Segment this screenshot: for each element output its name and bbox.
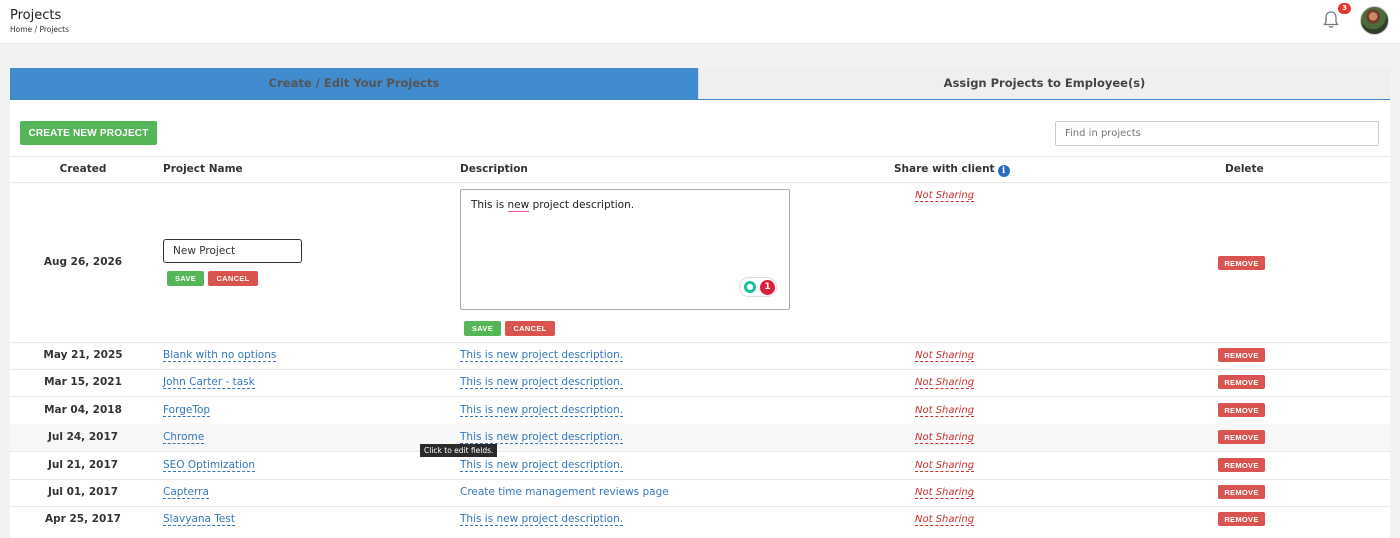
share-status[interactable]: Not Sharing [915, 460, 975, 472]
divider [10, 182, 1390, 183]
share-header-label: Share with client [894, 163, 995, 175]
column-header-created[interactable]: Created [10, 163, 156, 175]
project-name-link[interactable]: SEO Optimization [163, 452, 256, 479]
save-name-button[interactable]: SAVE [167, 271, 204, 286]
row-created-date: Jul 24, 2017 [47, 431, 119, 443]
top-bar: Projects Home / Projects 3 [0, 0, 1400, 44]
avatar[interactable] [1360, 6, 1389, 35]
share-status[interactable]: Not Sharing [915, 190, 975, 202]
share-status[interactable]: Not Sharing [915, 514, 975, 526]
project-description-link[interactable]: This is new project description. [460, 369, 624, 396]
table-row: Jul 21, 2017 SEO Optimization This is ne… [10, 452, 1390, 479]
create-new-project-button[interactable]: CREATE NEW PROJECT [20, 121, 157, 145]
remove-button[interactable]: REMOVE [1218, 485, 1265, 499]
table-row: May 21, 2025 Blank with no options This … [10, 342, 1390, 369]
projects-panel: Create / Edit Your Projects Assign Proje… [10, 68, 1390, 538]
spelling-flagged-word[interactable]: new [507, 199, 530, 212]
project-name-text[interactable]: Slavyana Test [163, 513, 235, 526]
project-name-link[interactable]: ForgeTop [163, 397, 211, 424]
share-toggle[interactable]: Not Sharing [915, 182, 975, 209]
search-input[interactable] [1055, 121, 1379, 146]
remove-button[interactable]: REMOVE [1218, 403, 1265, 417]
table-row: Mar 15, 2021 John Carter - task This is … [10, 369, 1390, 396]
row-created-date: May 21, 2025 [43, 349, 123, 361]
share-status[interactable]: Not Sharing [915, 377, 975, 389]
tab-assign-projects[interactable]: Assign Projects to Employee(s) [698, 68, 1390, 99]
description-text-part: This is [471, 199, 508, 211]
table-row: Mar 04, 2018 ForgeTop This is new projec… [10, 397, 1390, 424]
project-name-link[interactable]: Capterra [163, 479, 209, 506]
notification-badge: 3 [1338, 3, 1351, 14]
share-toggle[interactable]: Not Sharing [915, 342, 975, 369]
project-description-text[interactable]: This is new project description. [460, 404, 624, 417]
share-toggle[interactable]: Not Sharing [915, 369, 975, 396]
row-created-date: Jul 01, 2017 [47, 486, 119, 498]
table-row: Jul 01, 2017 Capterra Create time manage… [10, 479, 1390, 506]
project-description-text[interactable]: This is new project description. [460, 513, 624, 526]
tab-bar: Create / Edit Your Projects Assign Proje… [10, 68, 1390, 100]
row-created-date: Apr 25, 2017 [45, 513, 121, 525]
project-name-text[interactable]: ForgeTop [163, 404, 211, 417]
project-name-text[interactable]: John Carter - task [163, 376, 255, 389]
save-description-button[interactable]: SAVE [464, 321, 501, 336]
project-description-link[interactable]: This is new project description. [460, 506, 624, 533]
bell-icon[interactable] [1322, 10, 1340, 30]
project-name-link[interactable]: Slavyana Test [163, 506, 235, 533]
share-toggle[interactable]: Not Sharing [915, 424, 975, 451]
column-header-description[interactable]: Description [460, 163, 528, 175]
remove-button[interactable]: REMOVE [1218, 348, 1265, 362]
grammar-bulb-icon: ● [744, 281, 756, 293]
divider [10, 156, 1390, 157]
row-created-date: Mar 04, 2018 [44, 404, 122, 416]
project-name-text[interactable]: Blank with no options [163, 349, 277, 362]
share-toggle[interactable]: Not Sharing [915, 479, 975, 506]
row-created-date: Mar 15, 2021 [44, 376, 122, 388]
project-name-text[interactable]: Capterra [163, 486, 209, 499]
project-description-link[interactable]: Create time management reviews page [460, 479, 669, 506]
share-status[interactable]: Not Sharing [915, 487, 975, 499]
share-toggle[interactable]: Not Sharing [915, 397, 975, 424]
project-description-link[interactable]: This is new project description. [460, 342, 624, 369]
project-description-text[interactable]: This is new project description. [460, 376, 624, 389]
remove-button[interactable]: REMOVE [1218, 512, 1265, 526]
breadcrumb[interactable]: Home / Projects [10, 25, 69, 34]
project-name-link[interactable]: Chrome [163, 424, 205, 451]
project-description-link[interactable]: This is new project description. [460, 397, 624, 424]
cancel-name-button[interactable]: CANCEL [208, 271, 258, 286]
share-status[interactable]: Not Sharing [915, 350, 975, 362]
grammar-checker-widget[interactable]: ● 1 [739, 277, 777, 297]
project-name-input[interactable] [163, 239, 302, 263]
remove-button[interactable]: REMOVE [1218, 256, 1265, 270]
info-icon[interactable]: i [997, 165, 1010, 177]
description-text: This is new project description. [471, 199, 635, 212]
description-text-part: project description. [529, 199, 635, 211]
project-description-text[interactable]: This is new project description. [460, 349, 624, 362]
column-header-project-name[interactable]: Project Name [163, 163, 243, 175]
project-name-link[interactable]: Blank with no options [163, 342, 277, 369]
project-description-text[interactable]: This is new project description. [460, 459, 624, 472]
share-status[interactable]: Not Sharing [915, 432, 975, 444]
tab-create-edit-projects[interactable]: Create / Edit Your Projects [10, 68, 698, 99]
project-description-text[interactable]: This is new project description. [460, 431, 624, 444]
column-header-share-with-client: Share with client i [894, 163, 1010, 177]
row-created-date: Aug 26, 2026 [43, 256, 123, 268]
row-created-date: Jul 21, 2017 [47, 459, 119, 471]
tooltip: Click to edit fields. [420, 444, 498, 457]
share-status[interactable]: Not Sharing [915, 405, 975, 417]
cancel-description-button[interactable]: CANCEL [505, 321, 555, 336]
share-toggle[interactable]: Not Sharing [915, 452, 975, 479]
table-row: Apr 25, 2017 Slavyana Test This is new p… [10, 506, 1390, 533]
table-row: Jul 24, 2017 Chrome This is new project … [10, 424, 1390, 451]
remove-button[interactable]: REMOVE [1218, 430, 1265, 444]
remove-button[interactable]: REMOVE [1218, 458, 1265, 472]
project-name-link[interactable]: John Carter - task [163, 369, 255, 396]
column-header-delete: Delete [1225, 163, 1264, 175]
grammar-issue-count: 1 [760, 280, 775, 295]
page-title: Projects [10, 8, 62, 23]
remove-button[interactable]: REMOVE [1218, 375, 1265, 389]
project-name-text[interactable]: Chrome [163, 431, 205, 444]
share-toggle[interactable]: Not Sharing [915, 506, 975, 533]
project-name-text[interactable]: SEO Optimization [163, 459, 256, 472]
